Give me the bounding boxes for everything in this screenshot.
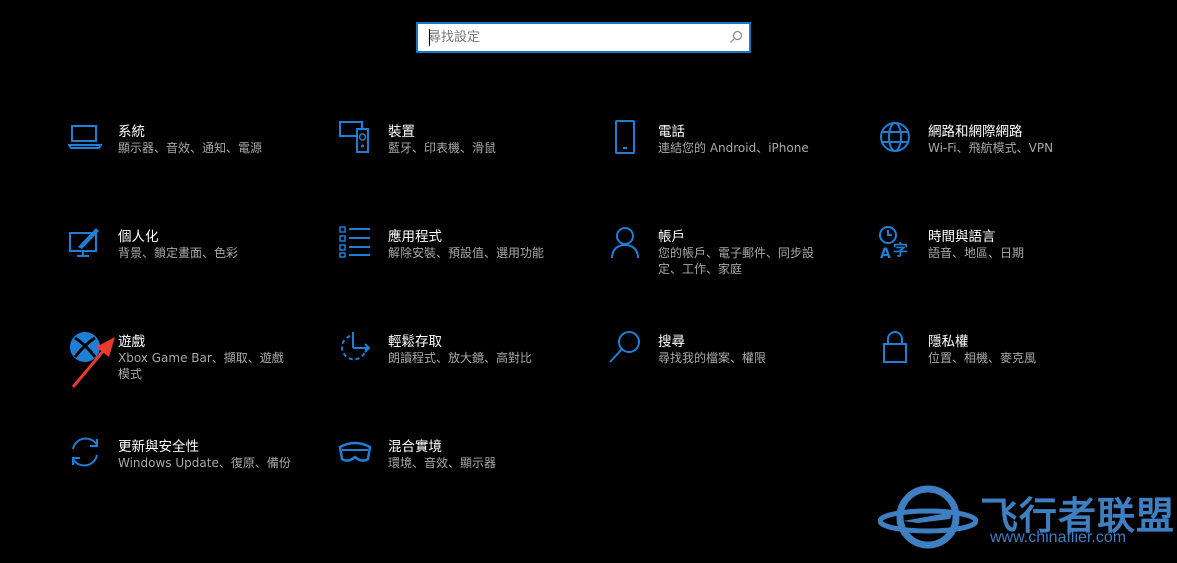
tile-title: 隱私權 [928, 334, 969, 350]
tile-title: 系統 [118, 124, 145, 140]
tile-subtitle: 背景、鎖定畫面、色彩 [118, 246, 239, 260]
svg-text:字: 字 [893, 241, 908, 259]
tile-subtitle: Windows Update、復原、備份 [118, 456, 291, 470]
tile-subtitle: 朗讀程式、放大鏡、高對比 [388, 351, 533, 365]
settings-tile-network[interactable]: 網路和網際網路 Wi-Fi、飛航模式、VPN [878, 120, 1128, 180]
settings-tile-update[interactable]: 更新與安全性 Windows Update、復原、備份 [68, 435, 318, 495]
tile-subtitle: 連結您的 Android、iPhone [658, 141, 809, 155]
tile-subtitle: 藍牙、印表機、滑鼠 [388, 141, 497, 155]
tile-title: 網路和網際網路 [928, 124, 1023, 140]
settings-tile-system[interactable]: 系統 顯示器、音效、通知、電源 [68, 120, 318, 180]
tile-subtitle: 語音、地區、日期 [928, 246, 1025, 260]
tile-subtitle: Wi-Fi、飛航模式、VPN [928, 141, 1054, 155]
tile-title: 混合實境 [388, 439, 442, 455]
tile-title: 裝置 [388, 124, 415, 140]
tile-subtitle: 解除安裝、預設值、選用功能 [388, 246, 545, 260]
search-icon[interactable] [729, 30, 743, 44]
ease-of-access-icon [341, 332, 371, 361]
settings-tile-mixed[interactable]: 混合實境 環境、音效、顯示器 [338, 435, 588, 495]
search-icon [609, 331, 640, 363]
tile-title: 個人化 [118, 229, 159, 245]
lock-icon [883, 331, 907, 363]
tile-subtitle: 顯示器、音效、通知、電源 [118, 141, 263, 155]
settings-tile-accounts[interactable]: 帳戶 您的帳戶、電子郵件、同步設定、工作、家庭 [608, 225, 858, 285]
tile-subtitle: Xbox Game Bar、擷取、遊戲模式 [118, 351, 284, 381]
paint-icon [69, 228, 99, 257]
tile-title: 帳戶 [658, 229, 685, 245]
sync-icon [72, 437, 98, 467]
tile-subtitle: 環境、音效、顯示器 [388, 456, 497, 470]
person-icon [611, 227, 639, 259]
text-caret [429, 29, 430, 46]
phone-icon [615, 120, 635, 154]
time-language-icon: A字 [879, 226, 908, 259]
tile-title: 電話 [658, 124, 685, 140]
search-box[interactable] [416, 22, 751, 53]
svg-text:A: A [880, 246, 891, 259]
tile-title: 輕鬆存取 [388, 334, 442, 350]
settings-tile-phone[interactable]: 電話 連結您的 Android、iPhone [608, 120, 858, 180]
red-arrow-annotation [71, 337, 115, 388]
settings-tile-devices[interactable]: 裝置 藍牙、印表機、滑鼠 [338, 120, 588, 180]
laptop-icon [68, 125, 102, 149]
settings-tile-time[interactable]: A字 時間與語言 語音、地區、日期 [878, 225, 1128, 285]
tile-title: 搜尋 [658, 334, 685, 350]
tile-subtitle: 位置、相機、麥克風 [928, 351, 1037, 365]
tile-title: 應用程式 [388, 229, 442, 245]
settings-tile-personalization[interactable]: 個人化 背景、鎖定畫面、色彩 [68, 225, 318, 285]
tile-subtitle: 尋找我的檔案、權限 [658, 351, 767, 365]
settings-tile-privacy[interactable]: 隱私權 位置、相機、麥克風 [878, 330, 1128, 390]
tile-title: 遊戲 [118, 334, 145, 350]
settings-tile-ease[interactable]: 輕鬆存取 朗讀程式、放大鏡、高對比 [338, 330, 588, 390]
list-icon [339, 226, 370, 258]
tile-title: 時間與語言 [928, 229, 996, 245]
watermark-logo: 飞行者联盟 www.chinaflier.com [877, 483, 1174, 557]
globe-icon [880, 122, 910, 152]
devices-icon [339, 121, 369, 153]
search-input[interactable] [428, 24, 718, 51]
watermark-url: www.chinaflier.com [990, 529, 1127, 546]
settings-tile-apps[interactable]: 應用程式 解除安裝、預設值、選用功能 [338, 225, 588, 285]
settings-tile-search[interactable]: 搜尋 尋找我的檔案、權限 [608, 330, 858, 390]
tile-subtitle: 您的帳戶、電子郵件、同步設定、工作、家庭 [658, 246, 815, 276]
tile-title: 更新與安全性 [118, 439, 199, 455]
headset-icon [338, 441, 372, 462]
